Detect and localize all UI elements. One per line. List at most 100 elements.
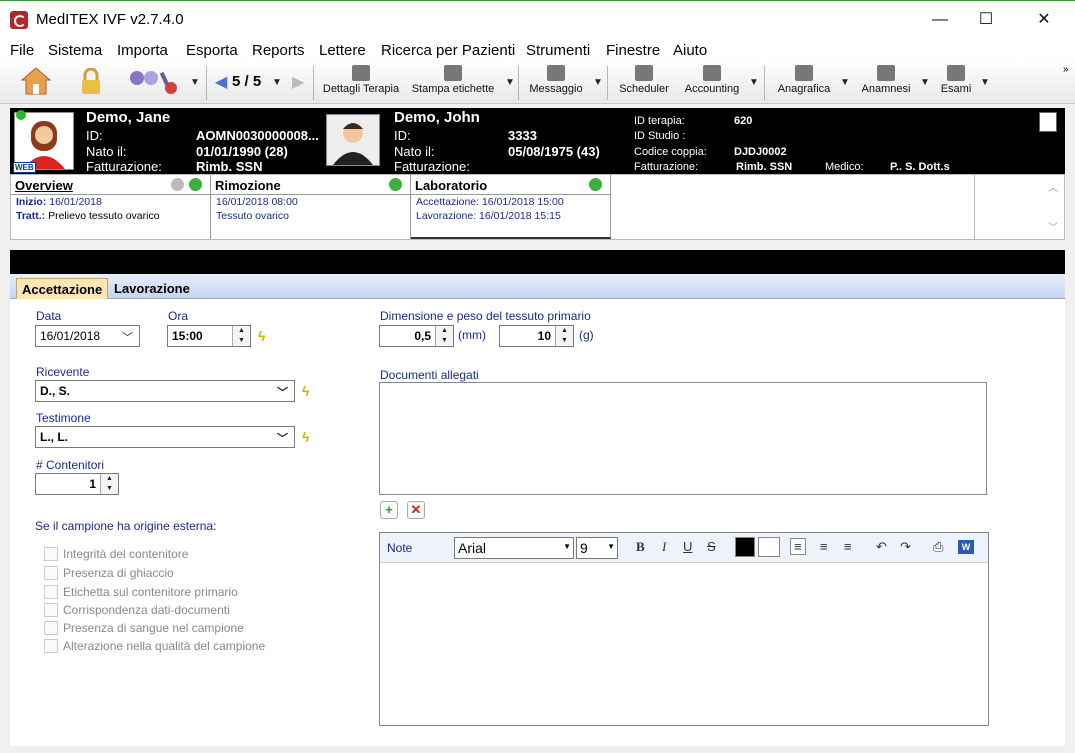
time-input[interactable]: 15:00 ▲ ▼ <box>167 325 251 347</box>
chevron-down-icon[interactable]: ﹀ <box>122 329 133 345</box>
esami-button[interactable]: Esami <box>936 65 976 95</box>
g-spinner[interactable]: ▲ ▼ <box>555 326 573 346</box>
anagrafica-dropdown-icon[interactable]: ▼ <box>840 77 850 88</box>
maximize-button[interactable]: ☐ <box>963 5 1009 35</box>
scheduler-button[interactable]: Scheduler <box>616 65 672 95</box>
female-dob-value: 01/01/1990 (28) <box>196 144 288 159</box>
g-input[interactable]: 10 ▲ ▼ <box>499 325 574 347</box>
search-document-icon <box>352 65 370 81</box>
lock-icon[interactable] <box>80 67 102 96</box>
chevron-down-icon[interactable]: ▼ <box>607 542 615 551</box>
menu-finestre[interactable]: Finestre <box>606 42 660 59</box>
laboratorio-title: Laboratorio <box>415 178 488 193</box>
strikethrough-icon[interactable]: S <box>707 539 716 554</box>
redo-icon[interactable]: ↷ <box>900 539 911 555</box>
patient-dropdown-icon[interactable]: ▼ <box>190 77 200 88</box>
documents-list[interactable] <box>379 382 987 495</box>
esami-dropdown-icon[interactable]: ▼ <box>980 77 990 88</box>
menu-sistema[interactable]: Sistema <box>48 42 102 59</box>
toolbar-overflow-icon[interactable]: » <box>1063 64 1069 75</box>
add-icon[interactable]: + <box>380 501 398 519</box>
tab-accettazione[interactable]: Accettazione <box>16 278 109 299</box>
text-color-icon[interactable] <box>735 537 755 557</box>
chevron-down-icon[interactable]: ﹀ <box>277 384 288 400</box>
contenitori-spinner[interactable]: ▲ ▼ <box>100 474 118 494</box>
male-patient-name[interactable]: Demo, John <box>394 109 480 126</box>
step-overview[interactable]: Overview Inizio: 16/01/2018 Tratt.: Prel… <box>11 175 211 239</box>
lightning-icon[interactable]: ϟ <box>302 384 316 398</box>
word-export-icon[interactable]: W <box>958 540 974 554</box>
contenitori-input[interactable]: 1 ▲ ▼ <box>35 473 119 495</box>
next-icon[interactable]: ▶ <box>292 72 304 92</box>
checkbox[interactable] <box>44 547 58 561</box>
menu-esporta[interactable]: Esporta <box>186 42 238 59</box>
steps-scrollbar[interactable]: ︿ ﹀ <box>974 175 1064 239</box>
accounting-button[interactable]: Accounting <box>682 65 742 95</box>
anagrafica-button[interactable]: Anagrafica <box>774 65 834 95</box>
dettagli-terapia-button[interactable]: Dettagli Terapia <box>322 65 400 95</box>
stampa-dropdown-icon[interactable]: ▼ <box>505 77 515 88</box>
checkbox[interactable] <box>44 603 58 617</box>
font-size-value: 9 <box>580 540 588 556</box>
print-icon[interactable]: ⎙ <box>933 539 943 555</box>
nav-dropdown-icon[interactable]: ▼ <box>272 77 282 88</box>
testimone-select[interactable]: L., L. ﹀ <box>35 426 295 448</box>
undo-icon[interactable]: ↶ <box>876 539 887 555</box>
menu-lettere[interactable]: Lettere <box>319 42 366 59</box>
step-laboratorio[interactable]: Laboratorio Accettazione: 16/01/2018 15:… <box>411 175 611 239</box>
toolbar-separator <box>764 66 765 100</box>
menu-aiuto[interactable]: Aiuto <box>673 42 707 59</box>
menu-reports[interactable]: Reports <box>252 42 305 59</box>
mm-spinner[interactable]: ▲ ▼ <box>435 326 453 346</box>
anamnesi-button[interactable]: Anamnesi <box>858 65 914 95</box>
time-spinner[interactable]: ▲ ▼ <box>232 326 250 346</box>
lavorazione-timestamp: Lavorazione: 16/01/2018 15:15 <box>416 210 561 222</box>
toolbar-separator <box>313 66 314 100</box>
scroll-up-icon[interactable]: ︿ <box>1048 179 1058 194</box>
menu-strumenti[interactable]: Strumenti <box>526 42 590 59</box>
align-center-icon[interactable]: ≡ <box>820 539 828 554</box>
lightning-icon[interactable]: ϟ <box>302 430 316 444</box>
font-size-select[interactable]: 9 ▼ <box>576 537 618 559</box>
menu-file[interactable]: File <box>10 42 34 59</box>
anamnesi-dropdown-icon[interactable]: ▼ <box>920 77 930 88</box>
messaggio-button[interactable]: Messaggio <box>526 65 586 95</box>
font-family-select[interactable]: Arial ▼ <box>454 537 574 559</box>
rimozione-tissue: Tessuto ovarico <box>216 210 289 222</box>
couple-search-icon[interactable] <box>125 68 181 96</box>
messaggio-dropdown-icon[interactable]: ▼ <box>593 77 603 88</box>
checkbox[interactable] <box>44 639 58 653</box>
align-left-icon[interactable]: ≡ <box>790 538 806 555</box>
stampa-etichette-button[interactable]: Stampa etichette <box>410 65 496 95</box>
remove-icon[interactable]: ✕ <box>407 501 425 519</box>
checkbox[interactable] <box>44 585 58 599</box>
align-right-icon[interactable]: ≡ <box>844 539 852 554</box>
checkbox[interactable] <box>44 621 58 635</box>
home-icon[interactable] <box>20 66 52 96</box>
close-button[interactable]: ✕ <box>1021 5 1067 35</box>
step-rimozione[interactable]: Rimozione 16/01/2018 08:00 Tessuto ovari… <box>211 175 411 239</box>
italic-icon[interactable]: I <box>662 539 666 555</box>
menu-importa[interactable]: Importa <box>117 42 168 59</box>
chevron-down-icon[interactable]: ﹀ <box>277 430 288 446</box>
scroll-down-icon[interactable]: ﹀ <box>1048 219 1058 234</box>
underline-icon[interactable]: U <box>683 539 692 554</box>
menu-ricerca-pazienti[interactable]: Ricerca per Pazienti <box>381 42 515 59</box>
tab-lavorazione[interactable]: Lavorazione <box>109 278 195 299</box>
date-value: 16/01/2018 <box>40 329 101 343</box>
ricevente-select[interactable]: D., S. ﹀ <box>35 380 295 402</box>
date-picker[interactable]: 16/01/2018 ﹀ <box>35 325 140 347</box>
bold-icon[interactable]: B <box>636 539 645 555</box>
note-toolbar: Note Arial ▼ 9 ▼ B I U S ≡ ≡ ≡ ↶ ↷ ⎙ W <box>380 533 988 563</box>
female-patient-name[interactable]: Demo, Jane <box>86 109 170 126</box>
lightning-icon[interactable]: ϟ <box>258 329 272 343</box>
mm-input[interactable]: 0,5 ▲ ▼ <box>379 325 454 347</box>
document-icon[interactable] <box>1039 112 1057 132</box>
chevron-down-icon[interactable]: ▼ <box>563 542 571 551</box>
accounting-dropdown-icon[interactable]: ▼ <box>749 77 759 88</box>
background-color-icon[interactable] <box>758 537 780 557</box>
checkbox[interactable] <box>44 566 58 580</box>
minimize-button[interactable]: — <box>917 5 963 35</box>
previous-icon[interactable]: ◀ <box>215 72 227 92</box>
pending-icon <box>171 178 184 191</box>
